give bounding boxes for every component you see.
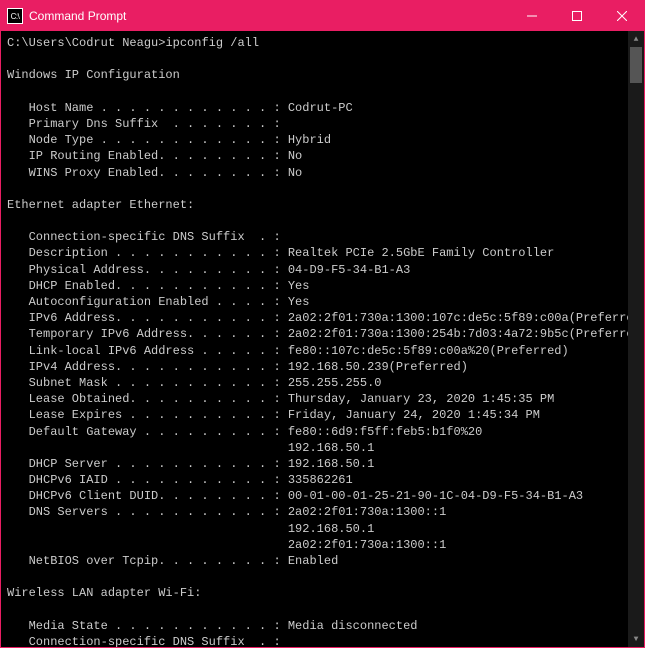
eth-description: Realtek PCIe 2.5GbE Family Controller	[288, 246, 554, 260]
eth-lease-obt-label: Lease Obtained. . . . . . . . . . :	[7, 392, 288, 406]
close-button[interactable]	[599, 1, 644, 31]
wins-proxy: No	[288, 166, 302, 180]
eth-subnet: 255.255.255.0	[288, 376, 382, 390]
command-prompt-window: C:\ Command Prompt C:\Users\Codrut Neagu…	[0, 0, 645, 648]
eth-conn-dns-label: Connection-specific DNS Suffix . :	[7, 230, 281, 244]
scroll-down-icon[interactable]: ▼	[628, 631, 644, 647]
section-header: Windows IP Configuration	[7, 68, 180, 82]
eth-netbios: Enabled	[288, 554, 338, 568]
eth-dns2-indent	[7, 522, 288, 536]
prompt: C:\Users\Codrut Neagu>	[7, 36, 165, 50]
window-title: Command Prompt	[29, 9, 509, 23]
eth-dns3-indent	[7, 538, 288, 552]
host-name-label: Host Name . . . . . . . . . . . . :	[7, 101, 288, 115]
eth-dns2: 192.168.50.1	[288, 522, 374, 536]
host-name: Codrut-PC	[288, 101, 353, 115]
node-type-label: Node Type . . . . . . . . . . . . :	[7, 133, 288, 147]
eth-dhcp-server: 192.168.50.1	[288, 457, 374, 471]
wifi-header: Wireless LAN adapter Wi-Fi:	[7, 586, 201, 600]
eth-dhcpv6-iaid-label: DHCPv6 IAID . . . . . . . . . . . :	[7, 473, 288, 487]
eth-dhcpv6-iaid: 335862261	[288, 473, 353, 487]
eth-ll-ipv6-label: Link-local IPv6 Address . . . . . :	[7, 344, 288, 358]
eth-temp-ipv6-label: Temporary IPv6 Address. . . . . . :	[7, 327, 288, 341]
eth-dhcpv6-duid-label: DHCPv6 Client DUID. . . . . . . . :	[7, 489, 288, 503]
eth-netbios-label: NetBIOS over Tcpip. . . . . . . . :	[7, 554, 288, 568]
window-controls	[509, 1, 644, 31]
app-icon-label: C:\	[11, 12, 20, 21]
eth-lease-obt: Thursday, January 23, 2020 1:45:35 PM	[288, 392, 554, 406]
eth-description-label: Description . . . . . . . . . . . :	[7, 246, 288, 260]
eth-dhcp: Yes	[288, 279, 310, 293]
eth-gateway1: fe80::6d9:f5ff:feb5:b1f0%20	[288, 425, 482, 439]
minimize-button[interactable]	[509, 1, 554, 31]
eth-dhcp-server-label: DHCP Server . . . . . . . . . . . :	[7, 457, 288, 471]
eth-autoconf-label: Autoconfiguration Enabled . . . . :	[7, 295, 288, 309]
eth-lease-exp-label: Lease Expires . . . . . . . . . . :	[7, 408, 288, 422]
eth-dns1: 2a02:2f01:730a:1300::1	[288, 505, 446, 519]
wifi-media-label: Media State . . . . . . . . . . . :	[7, 619, 288, 633]
eth-dhcp-label: DHCP Enabled. . . . . . . . . . . :	[7, 279, 288, 293]
eth-dhcpv6-duid: 00-01-00-01-25-21-90-1C-04-D9-F5-34-B1-A…	[288, 489, 583, 503]
app-icon: C:\	[7, 8, 23, 24]
eth-ipv4-label: IPv4 Address. . . . . . . . . . . :	[7, 360, 288, 374]
eth-lease-exp: Friday, January 24, 2020 1:45:34 PM	[288, 408, 540, 422]
ip-routing-label: IP Routing Enabled. . . . . . . . :	[7, 149, 288, 163]
eth-temp-ipv6: 2a02:2f01:730a:1300:254b:7d03:4a72:9b5c(…	[288, 327, 628, 341]
eth-physical: 04-D9-F5-34-B1-A3	[288, 263, 410, 277]
eth-ipv6: 2a02:2f01:730a:1300:107c:de5c:5f89:c00a(…	[288, 311, 628, 325]
node-type: Hybrid	[288, 133, 331, 147]
scroll-thumb[interactable]	[630, 47, 642, 83]
scroll-up-icon[interactable]: ▲	[628, 31, 644, 47]
console-output[interactable]: C:\Users\Codrut Neagu>ipconfig /all Wind…	[1, 31, 628, 647]
maximize-button[interactable]	[554, 1, 599, 31]
eth-gateway-label: Default Gateway . . . . . . . . . :	[7, 425, 288, 439]
eth-gateway2: 192.168.50.1	[288, 441, 374, 455]
command: ipconfig /all	[165, 36, 259, 50]
titlebar[interactable]: C:\ Command Prompt	[1, 1, 644, 31]
primary-dns-label: Primary Dns Suffix . . . . . . . :	[7, 117, 281, 131]
console-area: C:\Users\Codrut Neagu>ipconfig /all Wind…	[1, 31, 644, 647]
scrollbar[interactable]: ▲ ▼	[628, 31, 644, 647]
eth-dns3: 2a02:2f01:730a:1300::1	[288, 538, 446, 552]
ethernet-header: Ethernet adapter Ethernet:	[7, 198, 194, 212]
wifi-media: Media disconnected	[288, 619, 418, 633]
minimize-icon	[527, 11, 537, 21]
ip-routing: No	[288, 149, 302, 163]
eth-ipv6-label: IPv6 Address. . . . . . . . . . . :	[7, 311, 288, 325]
eth-gateway2-indent	[7, 441, 288, 455]
eth-autoconf: Yes	[288, 295, 310, 309]
wins-proxy-label: WINS Proxy Enabled. . . . . . . . :	[7, 166, 288, 180]
eth-dns-label: DNS Servers . . . . . . . . . . . :	[7, 505, 288, 519]
wifi-conn-dns-label: Connection-specific DNS Suffix . :	[7, 635, 281, 647]
eth-physical-label: Physical Address. . . . . . . . . :	[7, 263, 288, 277]
maximize-icon	[572, 11, 582, 21]
eth-subnet-label: Subnet Mask . . . . . . . . . . . :	[7, 376, 288, 390]
eth-ll-ipv6: fe80::107c:de5c:5f89:c00a%20(Preferred)	[288, 344, 569, 358]
close-icon	[617, 11, 627, 21]
eth-ipv4: 192.168.50.239(Preferred)	[288, 360, 468, 374]
